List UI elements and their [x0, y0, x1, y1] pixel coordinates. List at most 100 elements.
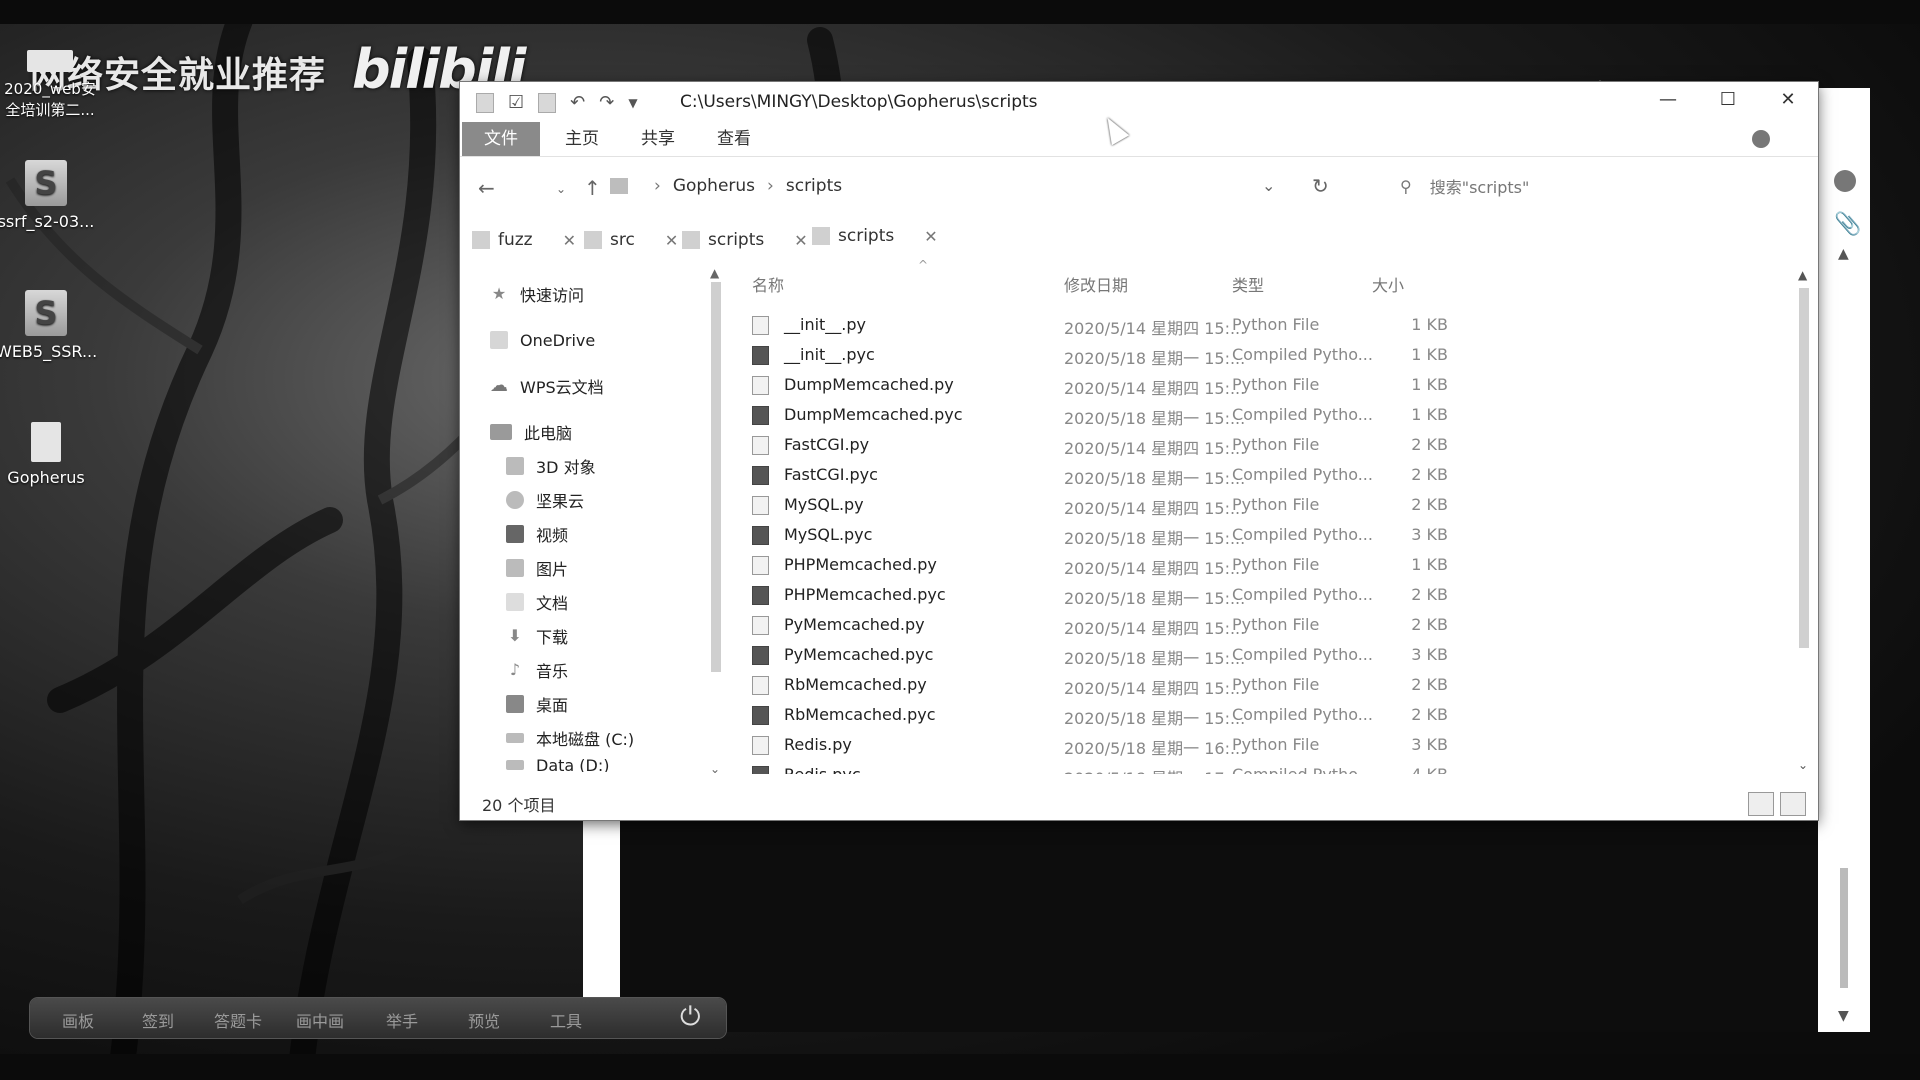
scroll-up-arrow-icon[interactable]: ▲ — [710, 266, 719, 280]
table-row[interactable]: FastCGI.py 2020/5/14 星期四 15:... Python Fil… — [740, 430, 1780, 460]
scroll-down-arrow-icon[interactable]: ▼ — [1838, 1008, 1849, 1024]
table-row[interactable]: DumpMemcached.py 2020/5/14 星期四 15:... Pyth… — [740, 370, 1780, 400]
sublime-file-icon — [25, 290, 67, 336]
nav-jianguoyun[interactable]: 坚果云 — [506, 486, 584, 514]
minimize-button[interactable]: — — [1638, 82, 1698, 120]
scrollbar-thumb[interactable] — [1799, 288, 1809, 648]
table-row[interactable]: PyMemcached.pyc 2020/5/18 星期一 15:... Compi… — [740, 640, 1780, 670]
toolbar-answer-card-button[interactable]: 答题卡 — [214, 1008, 262, 1032]
nav-desktop[interactable]: 桌面 — [506, 690, 568, 718]
nav-data-d[interactable]: Data (D:) — [506, 758, 609, 772]
scroll-down-arrow-icon[interactable]: ⌄ — [710, 762, 720, 776]
nav-music[interactable]: ♪ 音乐 — [506, 656, 568, 684]
nav-this-pc[interactable]: 此电脑 — [490, 418, 572, 446]
table-row[interactable]: PHPMemcached.py 2020/5/14 星期四 15:... Pytho… — [740, 550, 1780, 580]
large-icons-view-button[interactable] — [1780, 792, 1806, 816]
tab-view[interactable]: 查看 — [704, 122, 764, 156]
desktop-icon-web5-ssrf[interactable]: WEB5_SSR... — [0, 290, 97, 361]
scrollbar-thumb[interactable] — [711, 282, 721, 672]
desktop-icon-gopherus[interactable]: Gopherus — [0, 422, 96, 487]
recent-dropdown-icon[interactable]: ⌄ — [556, 182, 566, 196]
folder-tab-active[interactable]: scripts ✕ — [812, 222, 938, 250]
python-file-icon — [752, 376, 769, 395]
back-arrow-icon[interactable]: ← — [478, 176, 495, 200]
new-folder-icon[interactable] — [538, 92, 557, 113]
table-row[interactable]: PHPMemcached.pyc 2020/5/18 星期一 15:... Comp… — [740, 580, 1780, 610]
python-file-icon — [752, 496, 769, 515]
column-header-type[interactable]: 类型 — [1232, 272, 1264, 296]
scroll-up-arrow-icon[interactable]: ▲ — [1838, 246, 1849, 262]
file-type: Python File — [1232, 435, 1320, 454]
breadcrumb-item[interactable]: scripts — [786, 176, 842, 196]
nav-downloads[interactable]: ⬇ 下载 — [506, 622, 568, 650]
refresh-icon[interactable]: ↻ — [1312, 174, 1329, 198]
breadcrumb-item[interactable]: Gopherus — [673, 176, 755, 196]
folder-tab[interactable]: scripts ✕ — [682, 226, 808, 254]
nav-wps-cloud[interactable]: ☁ WPS云文档 — [490, 372, 604, 400]
table-row[interactable]: DumpMemcached.pyc 2020/5/18 星期一 15:... Com… — [740, 400, 1780, 430]
nav-onedrive[interactable]: OneDrive — [490, 326, 595, 354]
toolbar-preview-button[interactable]: 预览 — [468, 1008, 500, 1032]
nav-quick-access[interactable]: ★ 快速访问 — [490, 280, 584, 308]
nav-scrollbar[interactable]: ▲ ⌄ — [710, 266, 722, 778]
table-row[interactable]: __init__.pyc 2020/5/18 星期一 15:... Compiled… — [740, 340, 1780, 370]
address-dropdown-icon[interactable]: ⌄ — [1262, 176, 1275, 195]
toolbar-raise-hand-button[interactable]: 举手 — [386, 1008, 418, 1032]
file-size: 2 KB — [1411, 435, 1448, 454]
close-icon[interactable]: ✕ — [924, 227, 937, 246]
folder-icon[interactable] — [476, 92, 494, 113]
folder-tab[interactable]: fuzz ✕ — [472, 226, 576, 254]
file-name: __init__.pyc — [784, 345, 875, 364]
toolbar-checkin-button[interactable]: 签到 — [142, 1008, 174, 1032]
search-input[interactable]: ⚲ 搜索"scripts" — [1380, 166, 1800, 206]
desktop-icon-ssrf[interactable]: ssrf_s2-03... — [0, 160, 96, 231]
table-row[interactable]: Redis.py 2020/5/18 星期一 16:... Python File 3… — [740, 730, 1780, 760]
table-row[interactable]: FastCGI.pyc 2020/5/18 星期一 15:... Compiled … — [740, 460, 1780, 490]
folder-tab[interactable]: src ✕ — [584, 226, 678, 254]
file-name: MySQL.py — [784, 495, 864, 514]
nav-3d-objects[interactable]: 3D 对象 — [506, 452, 596, 480]
outer-scrollbar[interactable] — [1840, 868, 1848, 988]
tab-share[interactable]: 共享 — [628, 122, 688, 156]
properties-icon[interactable]: ☑ — [508, 92, 524, 113]
up-arrow-icon[interactable]: ↑ — [584, 176, 601, 200]
file-size: 2 KB — [1411, 615, 1448, 634]
column-header-name[interactable]: 名称 — [752, 272, 784, 296]
help-icon[interactable] — [1752, 130, 1770, 148]
customize-dropdown-icon[interactable]: ▼ — [628, 96, 637, 110]
tab-file[interactable]: 文件 — [462, 122, 540, 156]
undo-icon[interactable]: ↶ — [570, 92, 585, 113]
attachment-icon[interactable]: 📎 — [1834, 212, 1861, 237]
table-row[interactable]: __init__.py 2020/5/14 星期四 15:... Python Fi… — [740, 310, 1780, 340]
desktop-icon-web-training[interactable]: 2020_web安全培训第二... — [0, 50, 100, 120]
file-list-scrollbar[interactable]: ▲ ⌄ — [1796, 268, 1812, 778]
title-bar[interactable]: ☑ ↶ ↷ ▼ C:\Users\MINGY\Desktop\Gopherus\… — [460, 82, 1818, 120]
user-avatar-icon[interactable] — [1834, 170, 1856, 192]
table-row[interactable]: MySQL.pyc 2020/5/18 星期一 15:... Compiled Py… — [740, 520, 1780, 550]
table-row[interactable]: RbMemcached.pyc 2020/5/18 星期一 15:... Compi… — [740, 700, 1780, 730]
toolbar-whiteboard-button[interactable]: 画板 — [62, 1008, 94, 1032]
redo-icon[interactable]: ↷ — [599, 92, 614, 113]
toolbar-tools-button[interactable]: 工具 — [550, 1008, 582, 1032]
tab-home[interactable]: 主页 — [552, 122, 612, 156]
close-icon[interactable]: ✕ — [794, 231, 807, 250]
close-icon[interactable]: ✕ — [665, 231, 678, 250]
power-icon[interactable]: ⏻ — [680, 1002, 701, 1033]
close-button[interactable]: ✕ — [1758, 82, 1818, 120]
column-header-date[interactable]: 修改日期 — [1064, 272, 1128, 296]
nav-pictures[interactable]: 图片 — [506, 554, 568, 582]
nav-documents[interactable]: 文档 — [506, 588, 568, 616]
scroll-up-arrow-icon[interactable]: ▲ — [1798, 268, 1807, 282]
table-row[interactable]: PyMemcached.py 2020/5/14 星期四 15:... Python… — [740, 610, 1780, 640]
nav-videos[interactable]: 视频 — [506, 520, 568, 548]
table-row[interactable]: RbMemcached.py 2020/5/14 星期四 15:... Python… — [740, 670, 1780, 700]
toolbar-pip-button[interactable]: 画中画 — [296, 1008, 344, 1032]
close-icon[interactable]: ✕ — [563, 231, 576, 250]
maximize-button[interactable]: ☐ — [1698, 82, 1758, 120]
scroll-down-arrow-icon[interactable]: ⌄ — [1798, 758, 1808, 772]
nav-local-disk-c[interactable]: 本地磁盘 (C:) — [506, 724, 634, 752]
details-view-button[interactable] — [1748, 792, 1774, 816]
table-row[interactable]: Redis.pyc2020/5/18 星期一 17:...Compiled Py… — [740, 760, 1780, 774]
table-row[interactable]: MySQL.py 2020/5/14 星期四 15:... Python File 2… — [740, 490, 1780, 520]
column-header-size[interactable]: 大小 — [1372, 272, 1404, 296]
